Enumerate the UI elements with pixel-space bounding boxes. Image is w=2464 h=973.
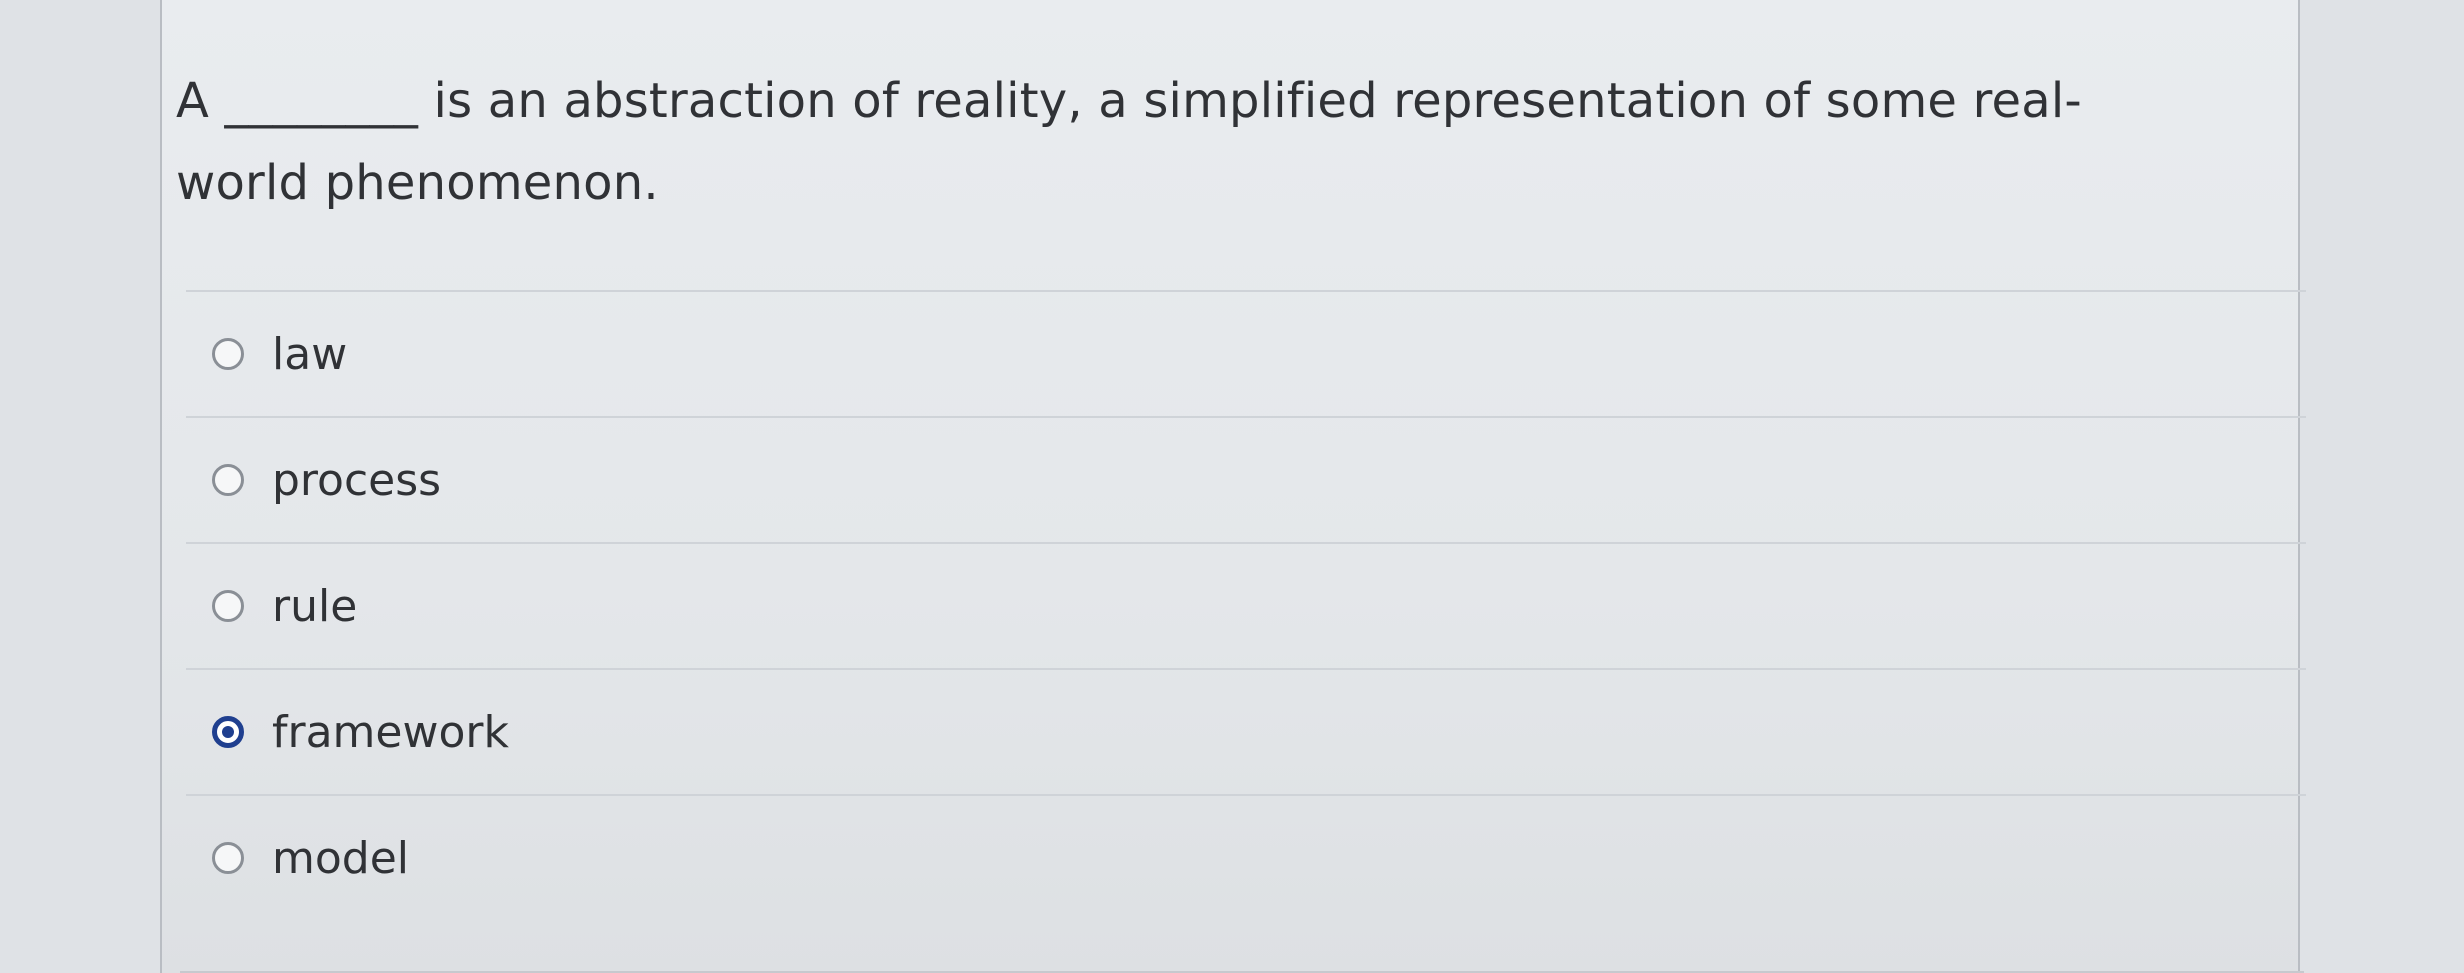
answer-label-model[interactable]: model (272, 833, 409, 884)
answer-label-process[interactable]: process (272, 455, 441, 506)
answer-option-law[interactable]: law (186, 292, 2286, 416)
answer-option-model[interactable]: model (186, 796, 2286, 920)
question-text: A ________ is an abstraction of reality,… (176, 73, 2082, 211)
radio-button-rule[interactable] (212, 590, 244, 622)
answer-option-process[interactable]: process (186, 418, 2286, 542)
radio-button-process[interactable] (212, 464, 244, 496)
answer-option-framework[interactable]: framework (186, 670, 2286, 794)
radio-button-law[interactable] (212, 338, 244, 370)
radio-button-framework[interactable] (212, 716, 244, 748)
answer-label-rule[interactable]: rule (272, 581, 357, 632)
radio-button-model[interactable] (212, 842, 244, 874)
answer-list: law process rule framework model (186, 290, 2306, 920)
answer-option-rule[interactable]: rule (186, 544, 2286, 668)
answer-label-framework[interactable]: framework (272, 707, 509, 758)
answer-label-law[interactable]: law (272, 329, 347, 380)
